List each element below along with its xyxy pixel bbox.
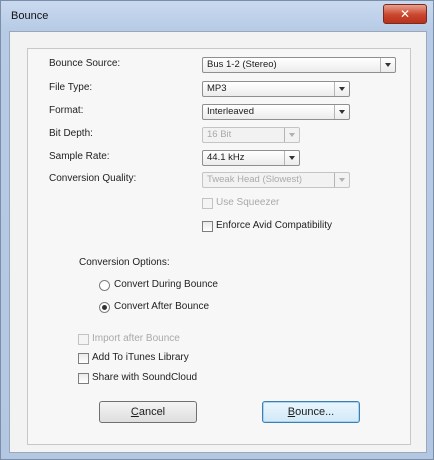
radio-selected-dot xyxy=(102,305,107,310)
convert-after-bounce-label: Convert After Bounce xyxy=(114,301,210,312)
chevron-down-icon xyxy=(284,128,299,142)
sample-rate-label: Sample Rate: xyxy=(49,151,110,162)
bit-depth-label: Bit Depth: xyxy=(49,128,93,139)
format-label: Format: xyxy=(49,105,84,116)
close-icon: ✕ xyxy=(399,7,411,21)
bounce-source-label: Bounce Source: xyxy=(49,58,121,69)
share-soundcloud-checkbox[interactable] xyxy=(78,373,89,384)
share-soundcloud-label: Share with SoundCloud xyxy=(92,372,198,383)
bit-depth-dropdown[interactable]: 16 Bit xyxy=(202,127,300,143)
format-value: Interleaved xyxy=(207,106,255,117)
convert-during-bounce-label: Convert During Bounce xyxy=(114,279,218,290)
format-dropdown[interactable]: Interleaved xyxy=(202,104,350,120)
convert-during-bounce-radio[interactable] xyxy=(99,280,110,291)
file-type-value: MP3 xyxy=(207,83,227,94)
chevron-down-icon xyxy=(334,173,349,187)
chevron-down-icon xyxy=(380,58,395,72)
conversion-quality-value: Tweak Head (Slowest) xyxy=(207,174,303,185)
close-button[interactable]: ✕ xyxy=(383,4,427,24)
add-to-itunes-label: Add To iTunes Library xyxy=(92,352,189,363)
chevron-down-icon xyxy=(334,82,349,96)
conversion-quality-dropdown[interactable]: Tweak Head (Slowest) xyxy=(202,172,350,188)
sample-rate-dropdown[interactable]: 44.1 kHz xyxy=(202,150,300,166)
convert-after-bounce-radio[interactable] xyxy=(99,302,110,313)
settings-panel: Bounce Source: Bus 1-2 (Stereo) File Typ… xyxy=(27,48,411,445)
conversion-options-heading: Conversion Options: xyxy=(79,257,170,268)
file-type-dropdown[interactable]: MP3 xyxy=(202,81,350,97)
import-after-bounce-checkbox[interactable] xyxy=(78,334,89,345)
bounce-source-dropdown[interactable]: Bus 1-2 (Stereo) xyxy=(202,57,396,73)
cancel-button[interactable]: Cancel xyxy=(99,401,197,423)
window-title: Bounce xyxy=(11,10,49,22)
bounce-source-value: Bus 1-2 (Stereo) xyxy=(207,59,277,70)
import-after-bounce-label: Import after Bounce xyxy=(92,333,180,344)
enforce-avid-compatibility-label: Enforce Avid Compatibility xyxy=(216,220,332,231)
bounce-button[interactable]: Bounce... xyxy=(262,401,360,423)
enforce-avid-compatibility-checkbox[interactable] xyxy=(202,221,213,232)
sample-rate-value: 44.1 kHz xyxy=(207,152,245,163)
title-bar[interactable]: Bounce ✕ xyxy=(1,1,433,31)
dialog-body: Bounce Source: Bus 1-2 (Stereo) File Typ… xyxy=(9,31,427,453)
bit-depth-value: 16 Bit xyxy=(207,129,232,140)
bounce-dialog: Bounce ✕ Bounce Source: Bus 1-2 (Stereo)… xyxy=(0,0,434,460)
bounce-label-rest: ounce... xyxy=(295,406,335,418)
cancel-label-mnemonic: C xyxy=(130,406,139,418)
chevron-down-icon xyxy=(284,151,299,165)
use-squeezer-label: Use Squeezer xyxy=(216,197,280,208)
chevron-down-icon xyxy=(334,105,349,119)
conversion-quality-label: Conversion Quality: xyxy=(49,173,137,184)
use-squeezer-checkbox[interactable] xyxy=(202,198,213,209)
add-to-itunes-checkbox[interactable] xyxy=(78,353,89,364)
bounce-label-mnemonic: B xyxy=(287,406,296,418)
cancel-label-rest: ancel xyxy=(138,406,166,418)
file-type-label: File Type: xyxy=(49,82,93,93)
